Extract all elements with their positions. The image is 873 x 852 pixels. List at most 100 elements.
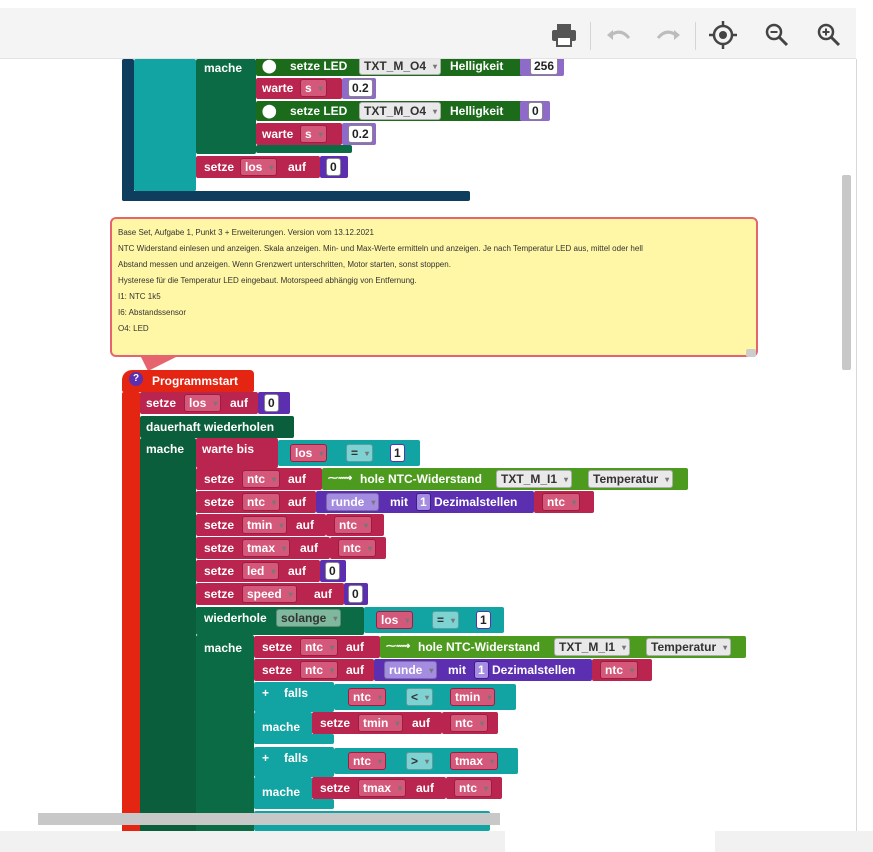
forever-loop-frame[interactable]: mache (140, 438, 196, 831)
set-variable-block[interactable]: setze led auf (196, 560, 320, 582)
zoom-in-icon[interactable] (814, 20, 844, 50)
number-block[interactable]: 0 (258, 392, 290, 414)
repeat-while-block[interactable]: wiederhole solange (196, 607, 364, 635)
variable-dropdown[interactable]: ntc (600, 661, 638, 679)
variable-get-block[interactable]: ntc (534, 491, 594, 513)
variable-dropdown[interactable]: led (242, 562, 280, 580)
ntc-sensor-block[interactable]: ⁓⟿ hole NTC-Widerstand TXT_M_I1 Temperat… (380, 636, 746, 658)
wait-value[interactable]: 0.2 (348, 125, 373, 143)
comment-resize-handle[interactable] (746, 349, 756, 357)
number-value[interactable]: 0 (326, 158, 341, 176)
set-variable-block[interactable]: setze tmin auf (312, 712, 442, 734)
output-dropdown[interactable]: TXT_M_O4 (359, 102, 442, 120)
variable-dropdown[interactable]: ntc (348, 688, 386, 706)
variable-dropdown[interactable]: ntc (242, 470, 280, 488)
operator-dropdown[interactable]: < (406, 688, 434, 706)
compare-block[interactable]: ntc > tmax (334, 748, 518, 774)
variable-get-block[interactable]: ntc (446, 777, 502, 799)
program-start-block[interactable]: ? Programmstart (122, 370, 254, 392)
vertical-scrollbar[interactable] (842, 175, 851, 370)
set-led-block[interactable]: ⬤ setze LED TXT_M_O4 Helligkeit (256, 101, 524, 121)
number-value[interactable]: 1 (390, 444, 405, 462)
variable-dropdown[interactable]: ntc (454, 779, 492, 797)
operator-dropdown[interactable]: = (432, 611, 460, 629)
number-value[interactable]: 0 (325, 562, 340, 580)
round-dropdown[interactable]: runde (326, 493, 380, 511)
set-variable-block[interactable]: setze los auf (140, 392, 258, 414)
variable-get-block[interactable]: ntc (592, 659, 652, 681)
number-block[interactable]: 0 (344, 583, 368, 605)
forever-loop-block[interactable]: dauerhaft wiederholen (140, 416, 294, 438)
compare-block[interactable]: los = 1 (278, 440, 420, 466)
number-value[interactable]: 1 (476, 611, 491, 629)
set-variable-block[interactable]: setze ntc auf (254, 636, 380, 658)
wait-until-block[interactable]: warte bis (196, 438, 278, 468)
wait-block[interactable]: warte s (256, 123, 342, 145)
compare-block[interactable]: ntc < tmin (334, 684, 516, 710)
variable-dropdown[interactable]: speed (242, 585, 297, 603)
wait-block[interactable]: warte s (256, 78, 342, 99)
set-variable-block[interactable]: setze tmax auf (196, 537, 330, 559)
compare-block[interactable]: los = 1 (364, 607, 504, 633)
set-variable-block[interactable]: setze tmax auf (312, 777, 446, 799)
number-block[interactable]: 0 (320, 156, 348, 178)
mode-dropdown[interactable]: Temperatur (646, 638, 732, 656)
if-block[interactable]: + falls (254, 747, 334, 777)
unit-dropdown[interactable]: s (300, 125, 327, 143)
number-block[interactable]: 0 (520, 101, 550, 121)
variable-dropdown[interactable]: tmax (358, 779, 407, 797)
operator-dropdown[interactable]: > (406, 752, 434, 770)
variable-dropdown[interactable]: ntc (338, 539, 376, 557)
horizontal-scrollbar[interactable] (38, 813, 500, 825)
operator-dropdown[interactable]: = (346, 444, 374, 462)
variable-dropdown[interactable]: los (376, 611, 414, 629)
variable-dropdown[interactable]: ntc (300, 638, 338, 656)
output-dropdown[interactable]: TXT_M_O4 (359, 59, 442, 75)
variable-dropdown[interactable]: los (290, 444, 328, 462)
repeat-mode-dropdown[interactable]: solange (276, 609, 342, 627)
variable-dropdown[interactable]: tmax (450, 752, 499, 770)
decimals-value[interactable]: 1 (474, 661, 489, 679)
number-block[interactable]: 256 (520, 59, 564, 76)
set-variable-block[interactable]: setze tmin auf (196, 514, 326, 536)
brightness-value[interactable]: 256 (530, 59, 559, 75)
center-icon[interactable] (708, 20, 738, 50)
repeat-while-frame[interactable]: mache (196, 635, 254, 831)
variable-dropdown[interactable]: ntc (242, 493, 280, 511)
set-led-block[interactable]: ⬤ setze LED TXT_M_O4 Helligkeit (256, 59, 530, 76)
variable-dropdown[interactable]: los (184, 394, 222, 412)
blockly-workspace[interactable]: mache ⬤ setze LED TXT_M_O4 Helligkeit 25… (0, 59, 857, 831)
plus-icon[interactable]: + (262, 749, 269, 767)
variable-dropdown[interactable]: ntc (542, 493, 580, 511)
number-value[interactable]: 0 (264, 394, 279, 412)
variable-get-block[interactable]: ntc (442, 712, 498, 734)
number-block[interactable]: 0.2 (342, 78, 376, 99)
print-icon[interactable] (549, 20, 579, 50)
zoom-out-icon[interactable] (762, 20, 792, 50)
input-dropdown[interactable]: TXT_M_I1 (554, 638, 631, 656)
variable-get-block[interactable]: ntc (326, 514, 384, 536)
variable-dropdown[interactable]: ntc (348, 752, 386, 770)
undo-icon[interactable] (603, 20, 633, 50)
set-variable-block[interactable]: setze speed auf (196, 583, 344, 605)
set-variable-block[interactable]: setze ntc auf (196, 468, 322, 490)
variable-dropdown[interactable]: ntc (450, 714, 488, 732)
ntc-sensor-block[interactable]: ⁓⟿ hole NTC-Widerstand TXT_M_I1 Temperat… (322, 468, 688, 490)
top-outer-frame[interactable] (122, 59, 134, 201)
variable-dropdown[interactable]: tmax (242, 539, 291, 557)
redo-icon[interactable] (654, 20, 684, 50)
mode-dropdown[interactable]: Temperatur (588, 470, 674, 488)
round-block[interactable]: runde mit 1 Dezimalstellen (374, 659, 592, 681)
decimals-value[interactable]: 1 (416, 493, 431, 511)
variable-dropdown[interactable]: ntc (300, 661, 338, 679)
variable-get-block[interactable]: ntc (330, 537, 386, 559)
if-block[interactable]: + falls (254, 682, 334, 712)
top-mache-block[interactable]: mache (196, 59, 256, 154)
number-value[interactable]: 0 (348, 585, 363, 603)
variable-dropdown[interactable]: ntc (334, 516, 372, 534)
set-variable-block[interactable]: setze ntc auf (254, 659, 374, 681)
set-variable-block[interactable]: setze ntc auf (196, 491, 316, 513)
variable-dropdown[interactable]: los (240, 158, 278, 176)
number-block[interactable]: 0.2 (342, 123, 376, 145)
comment-box[interactable]: Base Set, Aufgabe 1, Punkt 3 + Erweiteru… (110, 217, 758, 357)
